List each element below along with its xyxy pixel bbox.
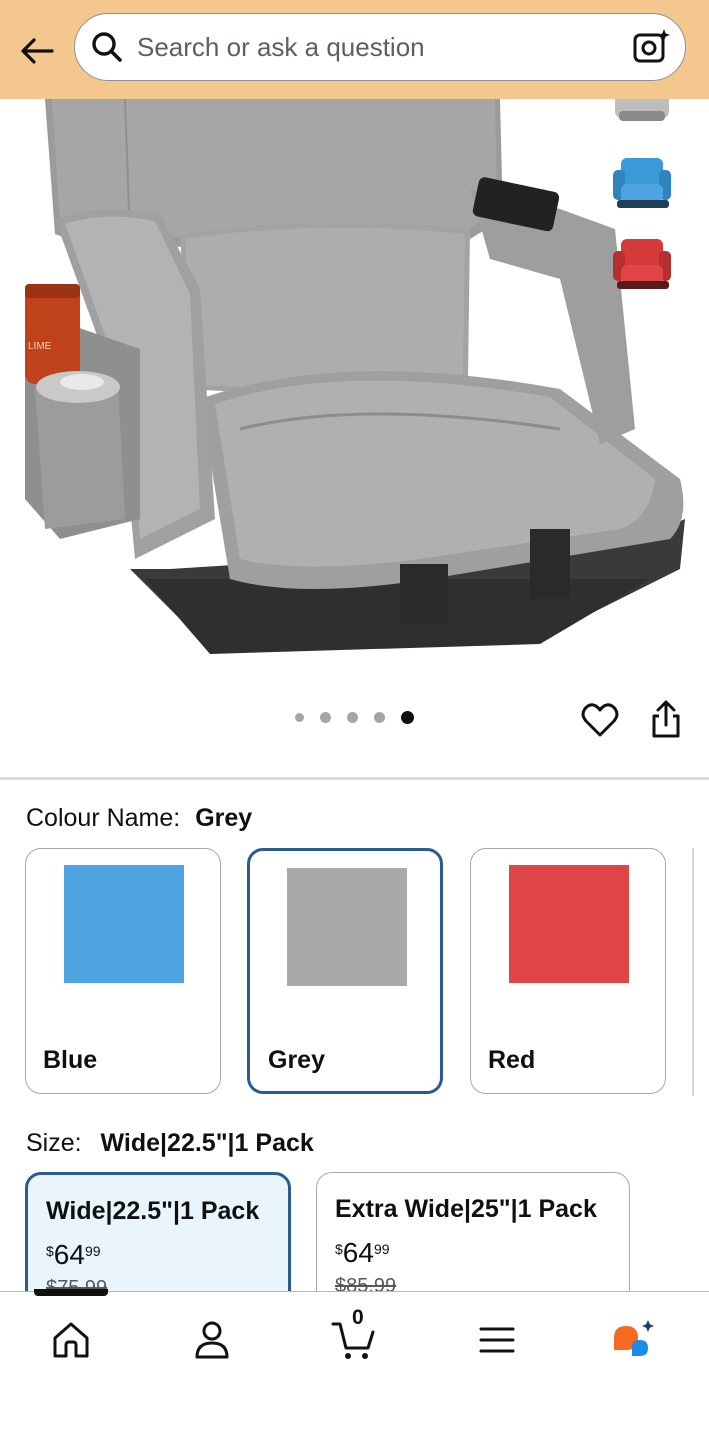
top-header bbox=[0, 0, 709, 99]
active-tab-indicator bbox=[34, 1289, 108, 1296]
price-whole: 64 bbox=[53, 1239, 85, 1270]
price-currency: $ bbox=[46, 1243, 54, 1259]
home-icon[interactable] bbox=[47, 1316, 95, 1364]
thumbnail-red-chair[interactable] bbox=[611, 237, 673, 291]
colour-label-row: Colour Name: Grey bbox=[26, 804, 252, 833]
price-whole: 64 bbox=[342, 1237, 374, 1268]
size-option-price: $6499 bbox=[335, 1237, 390, 1269]
colour-selected-value: Grey bbox=[195, 804, 253, 832]
share-icon[interactable] bbox=[646, 698, 686, 740]
colour-option-blue[interactable]: Blue bbox=[25, 848, 221, 1094]
colour-chip-red bbox=[509, 865, 629, 983]
carousel-dot-active[interactable] bbox=[401, 711, 414, 724]
search-icon bbox=[92, 32, 122, 62]
product-image: LIME bbox=[25, 99, 685, 654]
colour-option-label: Red bbox=[488, 1046, 536, 1074]
colour-chip-blue bbox=[64, 865, 184, 983]
carousel-dot[interactable] bbox=[295, 713, 304, 722]
search-bar[interactable] bbox=[74, 13, 686, 81]
image-carousel-dots[interactable] bbox=[295, 711, 430, 724]
colour-option-label: Blue bbox=[43, 1046, 98, 1074]
colour-label: Colour Name: bbox=[26, 804, 181, 832]
colour-option-red[interactable]: Red bbox=[470, 848, 666, 1094]
carousel-dot[interactable] bbox=[320, 712, 331, 723]
next-option-edge bbox=[692, 848, 694, 1096]
can-label: LIME bbox=[28, 341, 52, 352]
color-thumbnails bbox=[611, 99, 675, 318]
carousel-dot[interactable] bbox=[347, 712, 358, 723]
account-icon[interactable] bbox=[188, 1316, 236, 1364]
price-fraction: 99 bbox=[373, 1241, 390, 1257]
colour-chip-grey bbox=[287, 868, 407, 986]
price-fraction: 99 bbox=[84, 1243, 101, 1259]
menu-icon[interactable] bbox=[473, 1316, 521, 1364]
colour-option-label: Grey bbox=[268, 1046, 325, 1074]
price-currency: $ bbox=[335, 1241, 343, 1257]
carousel-dot[interactable] bbox=[374, 712, 385, 723]
search-input[interactable] bbox=[135, 26, 631, 68]
size-selected-value: Wide|22.5"|1 Pack bbox=[100, 1129, 314, 1157]
size-label: Size: bbox=[26, 1129, 82, 1157]
size-option-price: $6499 bbox=[46, 1239, 101, 1271]
size-option-title: Extra Wide|25"|1 Pack bbox=[335, 1195, 597, 1223]
size-label-row: Size: Wide|22.5"|1 Pack bbox=[26, 1129, 314, 1158]
thumbnail-grey-chair[interactable] bbox=[611, 99, 673, 129]
thumbnail-blue-chair[interactable] bbox=[611, 156, 673, 210]
back-arrow-icon[interactable] bbox=[14, 28, 60, 74]
cart-count: 0 bbox=[352, 1306, 364, 1329]
camera-search-icon[interactable] bbox=[631, 27, 671, 67]
product-image-gallery[interactable]: LIME bbox=[0, 99, 709, 679]
bottom-navigation: 0 bbox=[0, 1289, 709, 1440]
colour-option-grey[interactable]: Grey bbox=[247, 848, 443, 1094]
heart-icon[interactable] bbox=[580, 700, 620, 740]
section-divider bbox=[0, 777, 709, 780]
rufus-assistant-icon[interactable] bbox=[610, 1316, 658, 1364]
size-option-title: Wide|22.5"|1 Pack bbox=[46, 1197, 260, 1225]
